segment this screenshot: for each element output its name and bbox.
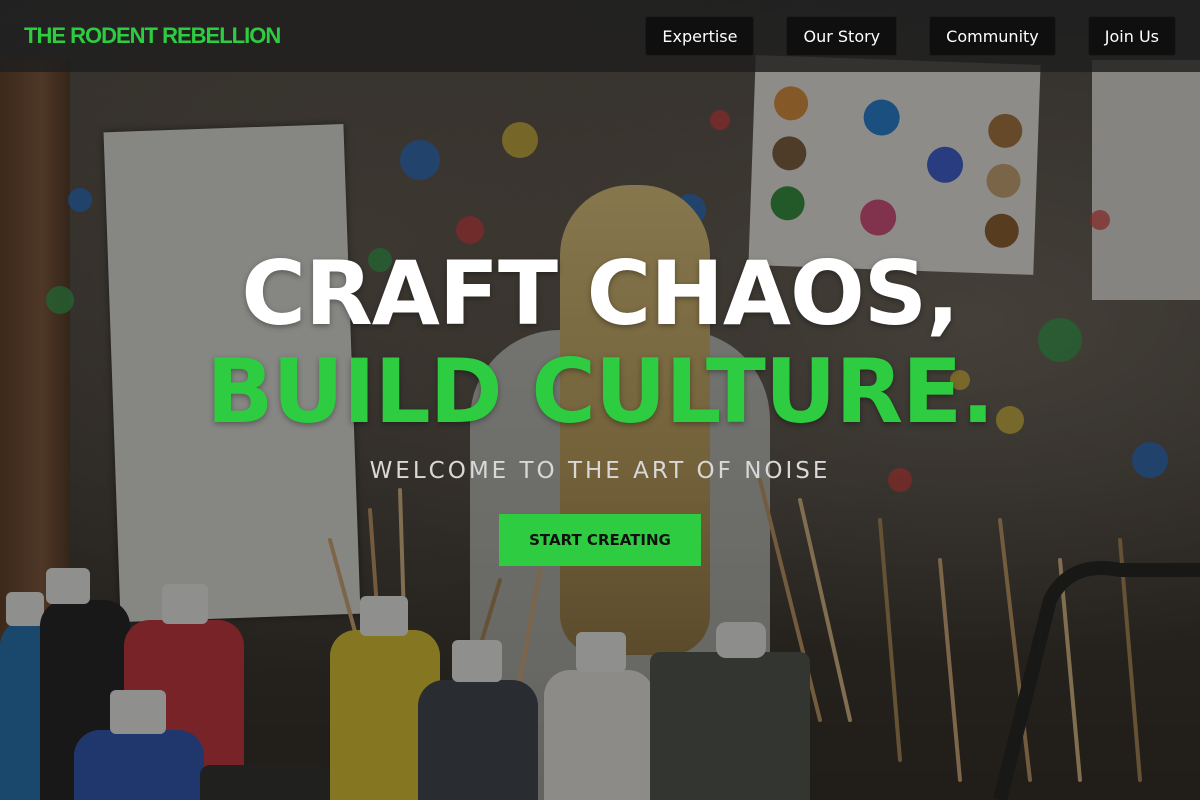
hero-section: CRAFT CHAOS, BUILD CULTURE. WELCOME TO T… <box>0 72 1200 800</box>
top-navbar: THE RODENT REBELLION Expertise Our Story… <box>0 0 1200 72</box>
nav-join-us-button[interactable]: Join Us <box>1087 16 1176 56</box>
nav-our-story-button[interactable]: Our Story <box>786 16 898 56</box>
nav-expertise-button[interactable]: Expertise <box>645 16 755 56</box>
hero-headline-line2: BUILD CULTURE. <box>206 340 994 443</box>
nav-community-button[interactable]: Community <box>929 16 1056 56</box>
start-creating-button[interactable]: START CREATING <box>499 514 701 566</box>
main-nav: Expertise Our Story Community Join Us <box>645 16 1176 56</box>
hero-tagline: WELCOME TO THE ART OF NOISE <box>369 458 831 484</box>
hero-headline-line1: CRAFT CHAOS, <box>241 242 959 345</box>
site-logo[interactable]: THE RODENT REBELLION <box>24 23 281 49</box>
